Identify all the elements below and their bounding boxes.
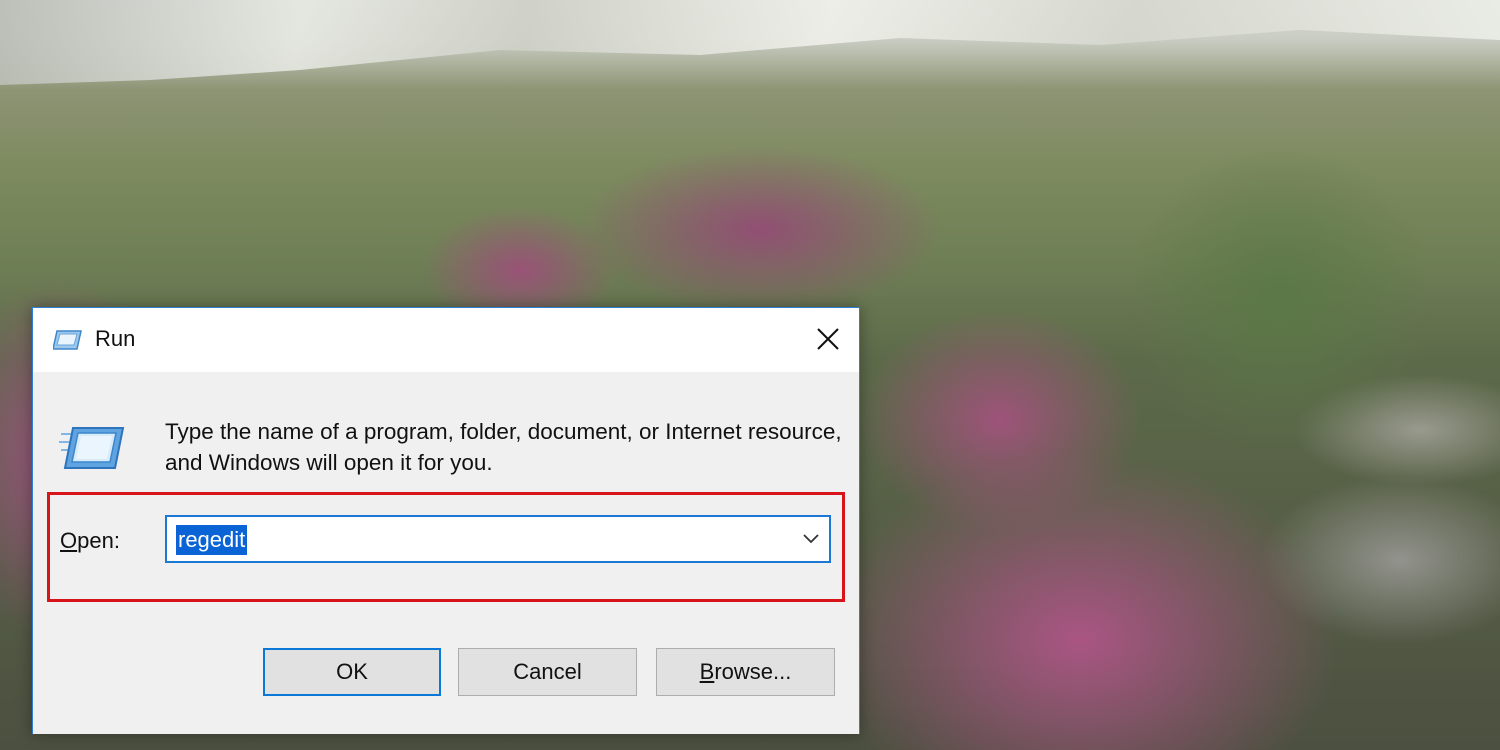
close-button[interactable] (797, 308, 859, 370)
open-label-accelerator: O (60, 528, 78, 553)
browse-button[interactable]: Browse... (656, 648, 835, 696)
open-label: Open: (60, 528, 120, 554)
mountain-backdrop (0, 0, 1500, 85)
dialog-description: Type the name of a program, folder, docu… (165, 419, 842, 475)
dialog-title: Run (95, 326, 136, 351)
open-input[interactable] (175, 523, 775, 557)
chevron-down-icon (803, 534, 819, 544)
browse-accelerator: B (699, 659, 715, 684)
run-dialog: Run Type the name of a program, folder, … (32, 307, 860, 734)
run-icon (59, 427, 125, 469)
cancel-button[interactable]: Cancel (458, 648, 637, 696)
run-icon (53, 330, 82, 350)
dropdown-button[interactable] (799, 527, 823, 551)
ok-button[interactable]: OK (263, 648, 441, 696)
close-icon (817, 328, 839, 350)
open-label-text: pen: (77, 528, 120, 553)
dialog-body: Type the name of a program, folder, docu… (33, 372, 859, 734)
browse-label: rowse... (714, 659, 792, 684)
open-combobox[interactable]: regedit (165, 515, 831, 563)
title-bar[interactable]: Run (33, 308, 859, 372)
